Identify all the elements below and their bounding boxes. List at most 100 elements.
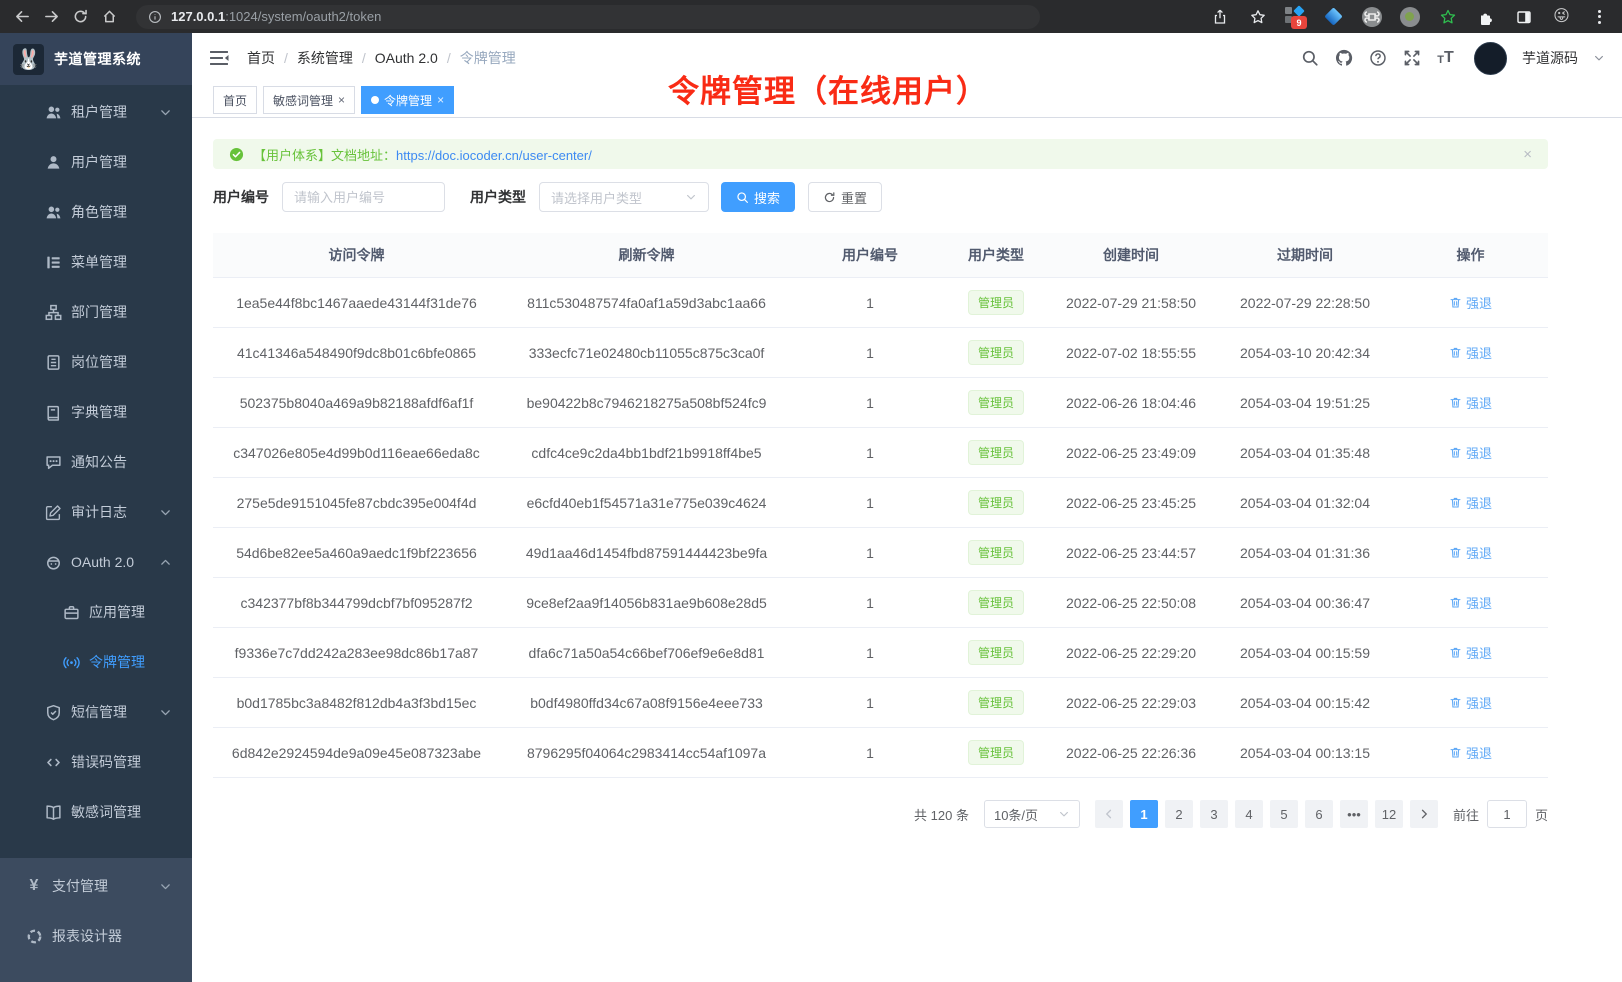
force-logout-button[interactable]: 强退 [1449, 693, 1492, 712]
tab-home[interactable]: 首页 [213, 86, 257, 114]
cell-expire-time: 2054-03-04 19:51:25 [1217, 378, 1393, 428]
force-logout-button[interactable]: 强退 [1449, 543, 1492, 562]
sidebar-item-user[interactable]: 用户管理 [0, 137, 192, 187]
cell-action: 强退 [1393, 328, 1548, 378]
page-2-button[interactable]: 2 [1165, 800, 1193, 828]
topbar-right: TT 芋道源码 [1300, 42, 1605, 75]
fullscreen-icon[interactable] [1402, 49, 1421, 68]
share-icon[interactable] [1207, 4, 1232, 29]
report-design-icon [25, 927, 43, 945]
page-3-button[interactable]: 3 [1200, 800, 1228, 828]
ext-green-dot-circle-icon[interactable] [1397, 4, 1422, 29]
force-logout-button[interactable]: 强退 [1449, 393, 1492, 412]
trash-icon [1449, 696, 1462, 709]
sidebar-logo[interactable]: 🐰 芋道管理系统 [0, 33, 192, 85]
force-logout-button[interactable]: 强退 [1449, 293, 1492, 312]
chevron-down-icon [159, 506, 172, 519]
sidebar-item-errcode[interactable]: 错误码管理 [0, 737, 192, 787]
ext-command-circle-icon[interactable] [1359, 4, 1384, 29]
sidebar-item-post[interactable]: 岗位管理 [0, 337, 192, 387]
sidebar-item-label: 角色管理 [71, 202, 127, 222]
page-6-button[interactable]: 6 [1305, 800, 1333, 828]
sidebar-item-oauth2-app[interactable]: 应用管理 [0, 587, 192, 637]
github-icon[interactable] [1334, 49, 1353, 68]
trash-icon [1449, 446, 1462, 459]
breadcrumb-item[interactable]: 首页 [247, 48, 275, 68]
cell-refresh-token: 811c530487574fa0af1a59d3abc1aa66 [500, 278, 793, 328]
tab-sensitive-word[interactable]: 敏感词管理× [263, 86, 355, 114]
dict-book-icon [44, 403, 62, 421]
sidebar-item-audit[interactable]: 审计日志 [0, 487, 192, 537]
column-header: 创建时间 [1045, 233, 1217, 278]
search-button[interactable]: 搜索 [721, 182, 795, 212]
breadcrumb-item[interactable]: 系统管理 [297, 48, 353, 68]
home-icon[interactable] [97, 4, 122, 29]
page-4-button[interactable]: 4 [1235, 800, 1263, 828]
force-logout-button[interactable]: 强退 [1449, 643, 1492, 662]
avatar[interactable] [1474, 42, 1507, 75]
user-type-select[interactable]: 请选择用户类型 [539, 182, 709, 212]
reset-button[interactable]: 重置 [808, 182, 882, 212]
sidebar-item-sensitive-word[interactable]: 敏感词管理 [0, 787, 192, 837]
help-icon[interactable] [1368, 49, 1387, 68]
sidebar-item-oauth2-token[interactable]: 令牌管理 [0, 637, 192, 687]
force-logout-button[interactable]: 强退 [1449, 593, 1492, 612]
sidebar-item-role[interactable]: 角色管理 [0, 187, 192, 237]
page-12-button[interactable]: 12 [1375, 800, 1403, 828]
ext-green-star-icon[interactable] [1435, 4, 1460, 29]
username[interactable]: 芋道源码 [1522, 48, 1578, 68]
ext-panel-icon[interactable] [1511, 4, 1536, 29]
font-size-icon[interactable]: TT [1436, 49, 1455, 68]
goto-page-input[interactable] [1487, 800, 1527, 828]
back-icon[interactable] [10, 4, 35, 29]
page-5-button[interactable]: 5 [1270, 800, 1298, 828]
sidebar-item-report-designer[interactable]: 报表设计器 [0, 911, 192, 961]
alert-doc-link[interactable]: https://doc.iocoder.cn/user-center/ [396, 148, 592, 163]
close-icon[interactable]: × [437, 94, 444, 106]
search-icon[interactable] [1300, 49, 1319, 68]
sidebar-item-notice[interactable]: 通知公告 [0, 437, 192, 487]
prev-page-button[interactable] [1095, 800, 1123, 828]
user-id-input[interactable] [282, 182, 445, 212]
sidebar-item-menu[interactable]: 菜单管理 [0, 237, 192, 287]
forward-icon[interactable] [39, 4, 64, 29]
breadcrumb-item[interactable]: OAuth 2.0 [375, 50, 438, 66]
page-size-select[interactable]: 10条/页 [984, 800, 1080, 828]
app-title: 芋道管理系统 [54, 49, 141, 69]
sidebar-item-tenant[interactable]: 租户管理 [0, 87, 192, 137]
browser-toolbar: 127.0.0.1:1024/system/oauth2/token 9 😜 [0, 0, 1622, 33]
ext-emoji-avatar-icon[interactable]: 😜 [1549, 4, 1574, 29]
ext-puzzle-icon[interactable] [1473, 4, 1498, 29]
alert-close-icon[interactable]: × [1523, 147, 1532, 162]
page-more-button[interactable]: ••• [1340, 800, 1368, 828]
sidebar-item-oauth2[interactable]: OAuth 2.0 [0, 537, 192, 587]
trash-icon [1449, 346, 1462, 359]
chevron-down-icon[interactable] [1593, 52, 1605, 64]
address-bar[interactable]: 127.0.0.1:1024/system/oauth2/token [136, 5, 1040, 29]
cell-user-id: 1 [793, 428, 947, 478]
bookmark-star-icon[interactable] [1245, 4, 1270, 29]
ext-blocks-badge-icon[interactable]: 9 [1283, 4, 1308, 29]
doc-alert: 【用户体系】文档地址：https://doc.iocoder.cn/user-c… [213, 139, 1548, 169]
main-area: 首页/系统管理/OAuth 2.0/令牌管理 TT 芋道源码 首页敏感词管理×令… [192, 33, 1622, 982]
force-logout-button[interactable]: 强退 [1449, 743, 1492, 762]
table-row: 502375b8040a469a9b82188afdf6af1fbe90422b… [213, 378, 1548, 428]
user-type-label: 用户类型 [470, 187, 526, 207]
tab-token[interactable]: 令牌管理× [361, 86, 454, 114]
force-logout-button[interactable]: 强退 [1449, 443, 1492, 462]
ext-blue-diamond-icon[interactable] [1321, 4, 1346, 29]
sidebar-item-dept[interactable]: 部门管理 [0, 287, 192, 337]
next-page-button[interactable] [1410, 800, 1438, 828]
sidebar-item-dict[interactable]: 字典管理 [0, 387, 192, 437]
collapse-menu-icon[interactable] [209, 49, 229, 67]
page-1-button[interactable]: 1 [1130, 800, 1158, 828]
sidebar-item-pay[interactable]: ¥支付管理 [0, 861, 192, 911]
force-logout-button[interactable]: 强退 [1449, 493, 1492, 512]
kebab-menu-icon[interactable] [1587, 4, 1612, 29]
sidebar-item-label: 审计日志 [71, 502, 127, 522]
site-info-icon[interactable] [148, 10, 162, 24]
reload-icon[interactable] [68, 4, 93, 29]
sidebar-item-sms[interactable]: 短信管理 [0, 687, 192, 737]
force-logout-button[interactable]: 强退 [1449, 343, 1492, 362]
close-icon[interactable]: × [338, 94, 345, 106]
